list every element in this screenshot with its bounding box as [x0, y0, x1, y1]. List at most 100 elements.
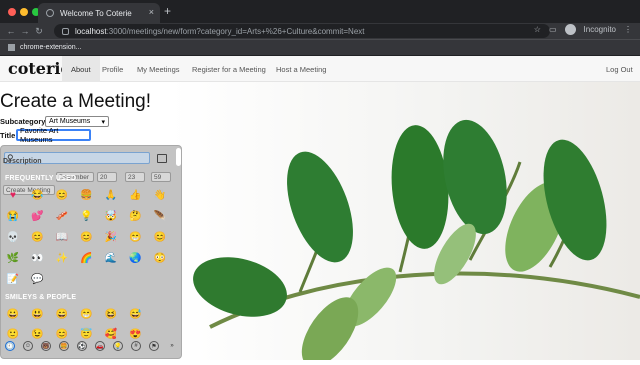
grid-view-icon[interactable] — [157, 154, 167, 163]
close-window-button[interactable] — [8, 8, 16, 16]
minimize-window-button[interactable] — [20, 8, 28, 16]
emoji-cell[interactable]: 🌊 — [103, 250, 119, 266]
emoji-cell[interactable]: 😊 — [54, 187, 70, 203]
scrollbar[interactable] — [176, 148, 181, 166]
emoji-cell[interactable]: 😭 — [5, 208, 21, 224]
cast-icon[interactable]: ▭ — [549, 25, 557, 34]
emoji-cell[interactable]: 🍔 — [79, 187, 95, 203]
emoji-row: 📝 💬 — [5, 271, 46, 287]
emoji-category-bar: 🕘 ☺ 🐻 🍔 ⚽ 🚗 💡 # ⚑ » — [1, 334, 181, 358]
incognito-avatar[interactable] — [564, 24, 576, 35]
hour-value: 23 — [128, 173, 136, 181]
minute-select[interactable]: 59 — [151, 172, 171, 182]
forward-button[interactable]: → — [18, 26, 32, 36]
smileys-heading: SMILEYS & PEOPLE — [5, 294, 77, 301]
browser-chrome: Welcome To Coterie × + ← → ↻ localhost :… — [0, 0, 640, 56]
nav-register-meeting[interactable]: Register for a Meeting — [192, 56, 266, 82]
food-category-icon[interactable]: 🍔 — [59, 341, 69, 351]
recent-category-icon[interactable]: 🕘 — [5, 341, 15, 351]
emoji-cell[interactable]: 😳 — [152, 250, 168, 266]
globe-icon — [46, 9, 54, 17]
subcategory-value: Art Museums — [49, 118, 91, 125]
emoji-row: 😭 💕 🥓 💡 🤯 🤔 🪶 — [5, 208, 168, 224]
hour-select[interactable]: 23 — [125, 172, 145, 182]
emoji-cell[interactable]: 😁 — [79, 306, 95, 322]
emoji-cell[interactable]: 🤔 — [128, 208, 144, 224]
emoji-cell[interactable]: 💡 — [79, 208, 95, 224]
browser-toolbar: ← → ↻ localhost :3000/meetings/new/form?… — [0, 23, 640, 39]
emoji-cell[interactable]: 😄 — [54, 306, 70, 322]
emoji-cell[interactable]: 💕 — [30, 208, 46, 224]
extension-icon — [8, 44, 15, 51]
title-label: Title — [0, 131, 16, 140]
site-info-icon[interactable] — [62, 27, 69, 35]
chevron-down-icon: ▾ — [101, 118, 105, 126]
emoji-cell[interactable]: 🌈 — [79, 250, 95, 266]
back-button[interactable]: ← — [4, 26, 18, 36]
reload-button[interactable]: ↻ — [32, 26, 46, 37]
description-label: Description — [3, 158, 42, 165]
logout-link[interactable]: Log Out — [606, 56, 633, 82]
page-title: Create a Meeting! — [0, 91, 152, 112]
nav-about[interactable]: About — [62, 56, 100, 82]
plant-illustration — [193, 119, 640, 365]
nav-my-meetings[interactable]: My Meetings — [137, 56, 180, 82]
emoji-cell[interactable]: 🤯 — [103, 208, 119, 224]
emoji-cell[interactable]: 🥓 — [54, 208, 70, 224]
close-tab-icon[interactable]: × — [149, 7, 154, 17]
nav-profile[interactable]: Profile — [102, 56, 123, 82]
emoji-row: ♥ 😂 😊 🍔 🙏 👍 👋 — [5, 187, 168, 203]
tab-bar: Welcome To Coterie × + — [0, 0, 640, 23]
emoji-cell[interactable]: 🙏 — [103, 187, 119, 203]
browser-tab[interactable]: Welcome To Coterie × — [38, 3, 160, 23]
emoji-cell[interactable]: 😅 — [128, 306, 144, 322]
nav-host-meeting[interactable]: Host a Meeting — [276, 56, 326, 82]
emoji-cell[interactable]: ♥ — [5, 187, 21, 203]
travel-category-icon[interactable]: 🚗 — [95, 341, 105, 351]
emoji-cell[interactable]: 😊 — [79, 229, 95, 245]
emoji-cell[interactable]: 🌿 — [5, 250, 21, 266]
extension-bar: chrome-extension... — [0, 39, 640, 55]
emoji-cell[interactable]: 🌏 — [128, 250, 144, 266]
bookmark-star-icon[interactable]: ☆ — [534, 25, 541, 34]
activity-category-icon[interactable]: ⚽ — [77, 341, 87, 351]
profile-label[interactable]: Incognito — [584, 25, 616, 34]
emoji-row: 🌿 👀 ✨ 🌈 🌊 🌏 😳 — [5, 250, 168, 266]
emoji-cell[interactable]: 😆 — [103, 306, 119, 322]
site-navbar: coterie About Profile My Meetings Regist… — [0, 56, 640, 82]
frequently-used-heading: FREQUENTLY USED — [5, 175, 77, 182]
title-input[interactable]: Favorite Art Museums — [16, 126, 91, 144]
window-controls — [8, 8, 40, 16]
emoji-cell[interactable]: 😊 — [30, 229, 46, 245]
new-tab-button[interactable]: + — [164, 4, 171, 18]
flags-category-icon[interactable]: ⚑ — [149, 341, 159, 351]
emoji-cell[interactable]: 👍 — [128, 187, 144, 203]
address-bar[interactable]: localhost :3000/meetings/new/form?catego… — [54, 24, 550, 38]
emoji-cell[interactable]: 💀 — [5, 229, 21, 245]
day-select[interactable]: 20 — [97, 172, 117, 182]
emoji-cell[interactable]: 📝 — [5, 271, 21, 287]
animals-category-icon[interactable]: 🐻 — [41, 341, 51, 351]
emoji-cell[interactable]: 👋 — [152, 187, 168, 203]
subcategory-label: Subcategory — [0, 117, 46, 126]
objects-category-icon[interactable]: 💡 — [113, 341, 123, 351]
extension-label[interactable]: chrome-extension... — [20, 44, 81, 51]
emoji-cell[interactable]: 🎉 — [103, 229, 119, 245]
tab-title: Welcome To Coterie — [60, 8, 132, 18]
url-path: :3000/meetings/new/form?category_id=Arts… — [106, 26, 365, 36]
emoji-cell[interactable]: 😊 — [152, 229, 168, 245]
more-categories-icon[interactable]: » — [167, 341, 177, 351]
emoji-cell[interactable]: 💬 — [30, 271, 46, 287]
minute-value: 59 — [154, 173, 162, 181]
emoji-cell[interactable]: 📖 — [54, 229, 70, 245]
smileys-category-icon[interactable]: ☺ — [23, 341, 33, 351]
emoji-cell[interactable]: 😁 — [128, 229, 144, 245]
emoji-cell[interactable]: 🪶 — [152, 208, 168, 224]
emoji-cell[interactable]: ✨ — [54, 250, 70, 266]
emoji-cell[interactable]: 😀 — [5, 306, 21, 322]
emoji-cell[interactable]: 😃 — [30, 306, 46, 322]
symbols-category-icon[interactable]: # — [131, 341, 141, 351]
emoji-cell[interactable]: 😂 — [30, 187, 46, 203]
menu-icon[interactable]: ⋮ — [624, 25, 632, 34]
emoji-cell[interactable]: 👀 — [30, 250, 46, 266]
